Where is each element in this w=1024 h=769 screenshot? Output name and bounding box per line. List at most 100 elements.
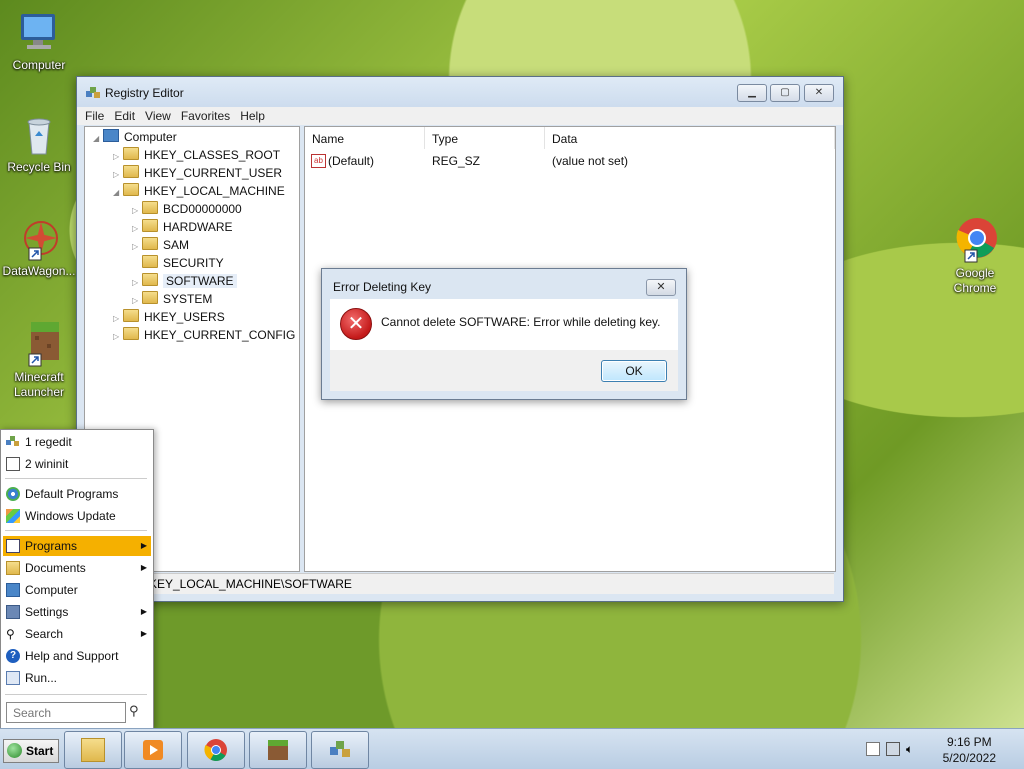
taskbar-regedit-button[interactable]	[311, 731, 369, 769]
computer-icon	[6, 583, 20, 597]
clock[interactable]: 9:16 PM 5/20/2022	[943, 734, 996, 766]
taskbar-minecraft-button[interactable]	[249, 731, 307, 769]
tree-node-system[interactable]: ▷ SYSTEM	[132, 290, 212, 308]
menu-view[interactable]: View	[145, 107, 171, 125]
start-item-programs[interactable]: Programs ▶	[3, 536, 151, 556]
folder-icon	[142, 219, 158, 232]
start-item-default-programs[interactable]: Default Programs	[3, 484, 151, 504]
desktop-icon-label: DataWagon...	[2, 264, 76, 278]
desktop-icon-minecraft[interactable]: Minecraft Launcher	[0, 320, 78, 400]
menu-favorites[interactable]: Favorites	[181, 107, 230, 125]
ok-button[interactable]: OK	[601, 360, 667, 382]
submenu-arrow-icon: ▶	[140, 541, 147, 550]
minecraft-icon	[15, 320, 63, 368]
run-icon	[6, 671, 20, 685]
search-icon[interactable]: ⚲	[129, 704, 139, 719]
start-item-computer[interactable]: Computer	[3, 580, 151, 600]
column-header-type[interactable]: Type	[425, 127, 545, 149]
maximize-button[interactable]: ▢	[770, 84, 800, 102]
tree-node-sam[interactable]: ▷ SAM	[132, 236, 189, 254]
desktop-icon-label: Recycle Bin	[7, 160, 71, 174]
value-type: REG_SZ	[432, 154, 481, 168]
start-search-input[interactable]: Search	[6, 702, 126, 723]
error-icon: ✕	[340, 308, 372, 340]
start-item-help[interactable]: ? Help and Support	[3, 646, 151, 666]
submenu-arrow-icon: ▶	[140, 607, 147, 616]
minimize-button[interactable]: ▁	[737, 84, 767, 102]
desktop-icon-recycle-bin[interactable]: Recycle Bin	[0, 110, 78, 175]
start-item-wininit[interactable]: 2 wininit	[3, 454, 151, 474]
start-item-run[interactable]: Run...	[3, 668, 151, 688]
taskbar-explorer-button[interactable]	[64, 731, 122, 769]
expand-arrow-icon[interactable]: ▷	[113, 328, 123, 346]
start-item-windows-update[interactable]: Windows Update	[3, 506, 151, 526]
desktop-icon-chrome[interactable]: Google Chrome	[936, 216, 1014, 296]
clock-time: 9:16 PM	[946, 735, 992, 749]
search-icon: ⚲	[6, 627, 15, 641]
clock-date: 5/20/2022	[942, 751, 996, 765]
tree-node-hklm[interactable]: ◢ HKEY_LOCAL_MACHINE	[113, 182, 285, 200]
start-item-settings[interactable]: Settings ▶	[3, 602, 151, 622]
start-menu: 1 regedit 2 wininit Default Programs Win…	[0, 429, 154, 730]
close-button[interactable]: ✕	[804, 84, 834, 102]
submenu-arrow-icon: ▶	[140, 563, 147, 572]
folder-icon	[142, 255, 158, 268]
folder-icon	[123, 165, 139, 178]
taskbar-chrome-button[interactable]	[187, 731, 245, 769]
collapse-arrow-icon[interactable]: ◢	[93, 130, 103, 148]
start-item-documents[interactable]: Documents ▶	[3, 558, 151, 578]
system-tray: 🔈︎ 9:16 PM 5/20/2022	[854, 729, 1024, 769]
settings-icon	[6, 605, 20, 619]
console-icon	[6, 457, 20, 471]
column-header-data[interactable]: Data	[545, 127, 835, 149]
tree-node-computer[interactable]: ◢ Computer	[93, 128, 177, 146]
folder-icon	[123, 309, 139, 322]
desktop-icon-datawagon[interactable]: DataWagon...	[0, 214, 78, 279]
tree-node-bcd[interactable]: ▷ BCD00000000	[132, 200, 242, 218]
default-programs-icon	[6, 487, 20, 501]
string-value-icon: ab	[311, 154, 326, 168]
tree-node-software[interactable]: ▷ SOFTWARE	[132, 272, 237, 290]
start-item-regedit[interactable]: 1 regedit	[3, 432, 151, 452]
title-bar[interactable]: Registry Editor ▁ ▢ ✕	[77, 77, 843, 107]
tree-node-hku[interactable]: ▷ HKEY_USERS	[113, 308, 225, 326]
tree-node-hkcc[interactable]: ▷ HKEY_CURRENT_CONFIG	[113, 326, 295, 344]
taskbar-media-player-button[interactable]	[124, 731, 182, 769]
start-button[interactable]: Start	[3, 739, 59, 763]
regedit-icon	[85, 85, 101, 101]
column-header-name[interactable]: Name	[305, 127, 425, 149]
folder-icon	[142, 291, 158, 304]
menu-help[interactable]: Help	[240, 107, 265, 125]
regedit-icon	[328, 738, 352, 762]
recycle-bin-icon	[15, 110, 63, 158]
dialog-message: Cannot delete SOFTWARE: Error while dele…	[381, 315, 661, 329]
tree-node-hkcr[interactable]: ▷ HKEY_CLASSES_ROOT	[113, 146, 280, 164]
minecraft-icon	[266, 738, 290, 762]
folder-icon	[123, 147, 139, 160]
window-title: Registry Editor	[105, 86, 184, 100]
desktop-icon-label: Google Chrome	[953, 266, 997, 295]
collapse-arrow-icon[interactable]: ◢	[113, 184, 123, 202]
folder-icon	[123, 183, 139, 196]
computer-icon	[103, 129, 119, 142]
tree-node-hardware[interactable]: ▷ HARDWARE	[132, 218, 233, 236]
action-center-icon[interactable]	[866, 742, 880, 756]
dialog-body: ✕ Cannot delete SOFTWARE: Error while de…	[330, 299, 678, 350]
documents-icon	[6, 561, 20, 575]
volume-icon[interactable]: 🔈︎	[906, 742, 920, 756]
dialog-close-button[interactable]: ✕	[646, 279, 676, 296]
windows-orb-icon	[7, 743, 22, 758]
menu-file[interactable]: File	[85, 107, 104, 125]
windows-update-icon	[6, 509, 20, 523]
value-data: (value not set)	[552, 154, 629, 168]
menu-edit[interactable]: Edit	[114, 107, 135, 125]
tree-node-hkcu[interactable]: ▷ HKEY_CURRENT_USER	[113, 164, 282, 182]
dialog-title: Error Deleting Key	[333, 280, 432, 294]
programs-icon	[6, 539, 20, 553]
taskbar: Start 🔈︎ 9:16 PM 5/20/2022	[0, 728, 1024, 769]
start-item-search[interactable]: ⚲ Search ▶	[3, 624, 151, 644]
folder-icon	[142, 273, 158, 286]
network-icon[interactable]	[886, 742, 900, 756]
tree-node-security[interactable]: SECURITY	[132, 254, 224, 272]
desktop-icon-computer[interactable]: Computer	[0, 8, 78, 73]
